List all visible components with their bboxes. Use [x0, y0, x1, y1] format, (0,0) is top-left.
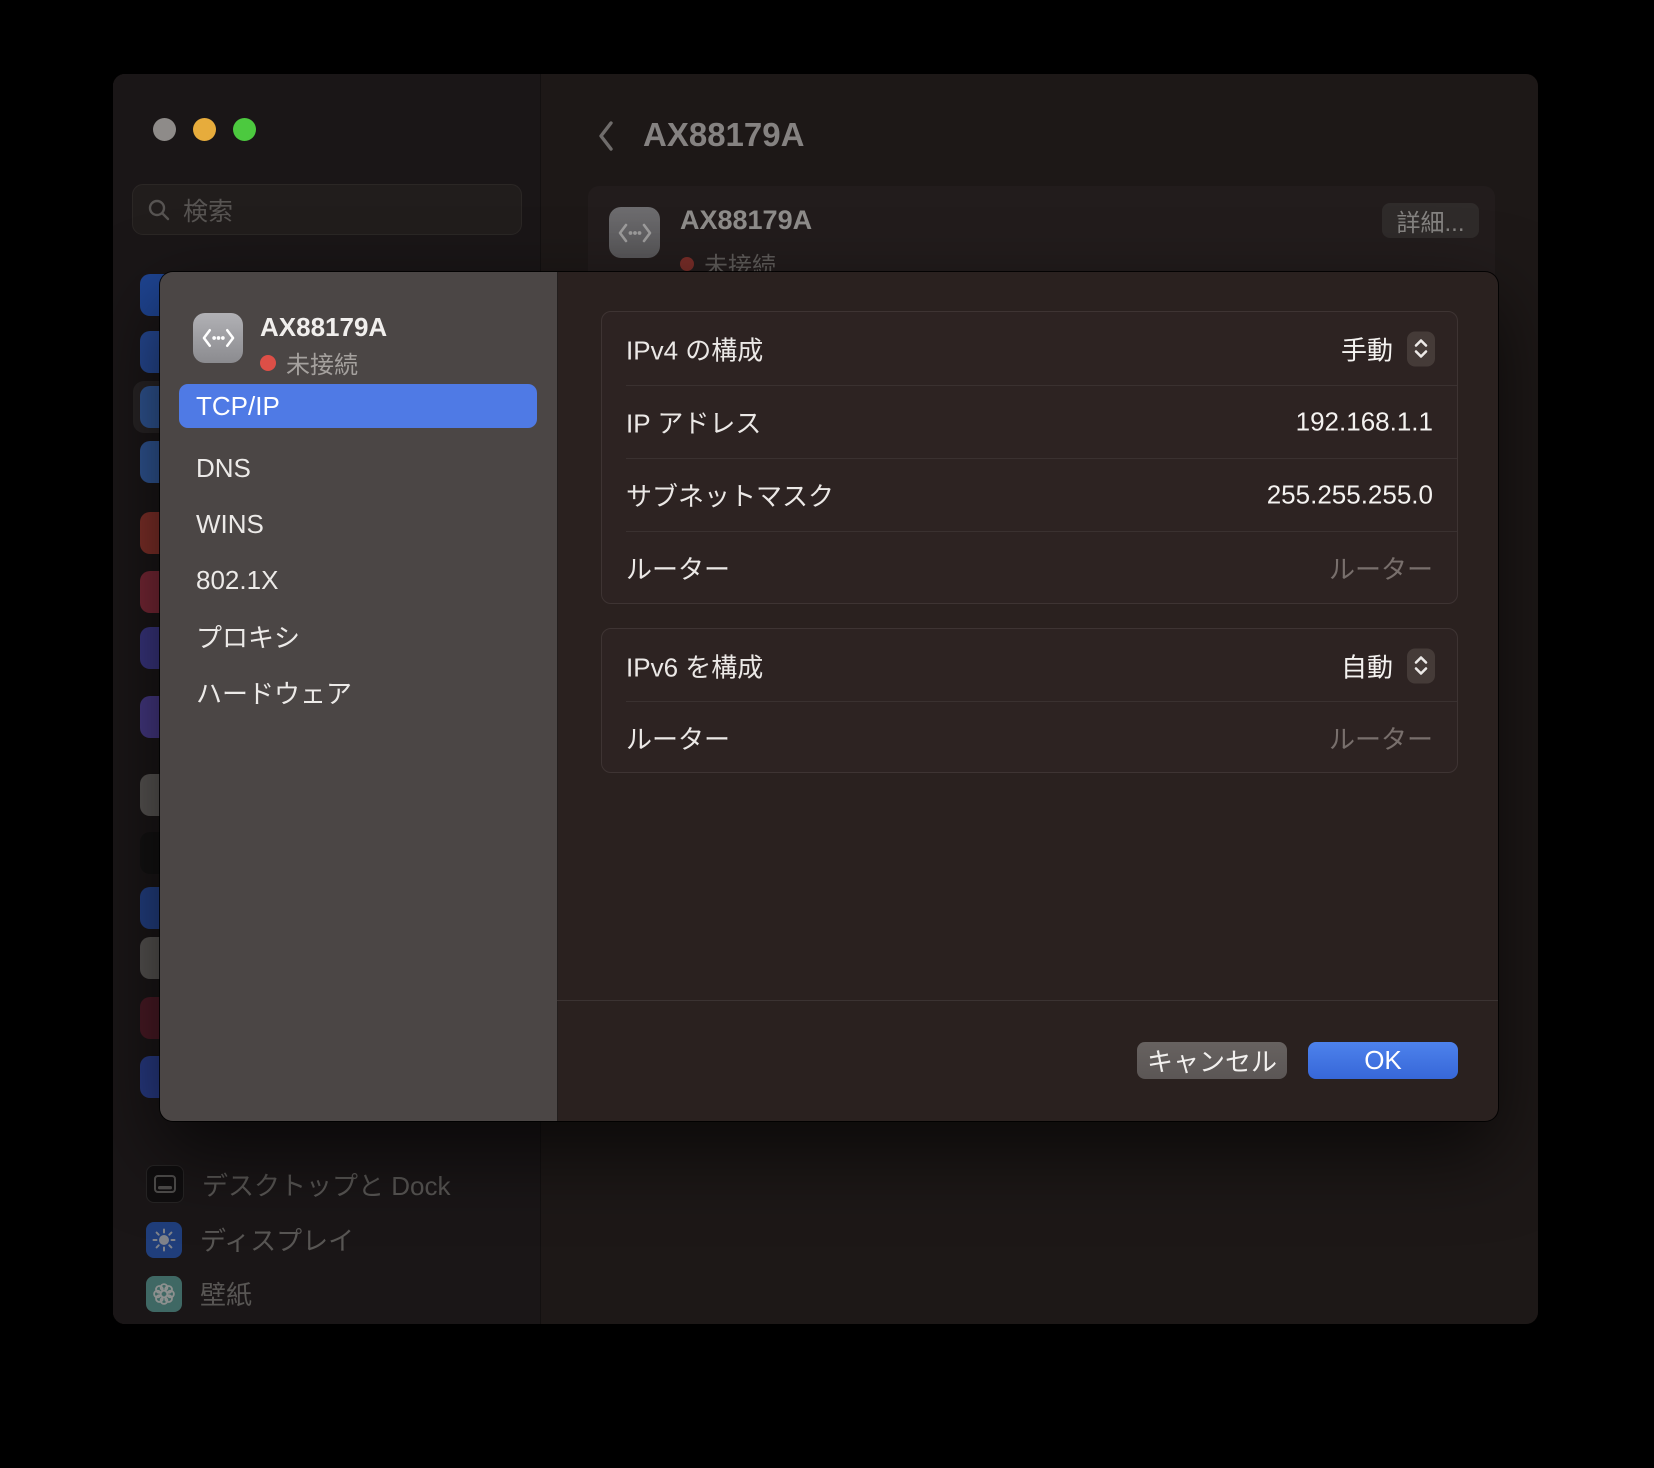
ipv6-config-value: 自動: [1341, 647, 1393, 684]
router-label: ルーター: [626, 549, 730, 586]
close-button[interactable]: [153, 118, 176, 141]
zoom-button[interactable]: [233, 118, 256, 141]
router6-row: ルーター ルーター: [602, 701, 1457, 774]
router6-label: ルーター: [626, 719, 730, 756]
ipv4-config-row: IPv4 の構成 手動: [602, 312, 1457, 385]
router-input-placeholder[interactable]: ルーター: [1329, 549, 1433, 586]
tab-8021x[interactable]: 802.1X: [179, 558, 537, 602]
up-down-chevrons-icon: [1413, 338, 1429, 360]
tcpip-sheet-dialog: AX88179A 未接続 TCP/IP DNS WINS 802.1X プロキシ…: [160, 272, 1498, 1121]
screen: 検索 デスクトップと Dock ディスプレイ 壁紙 AX88179A: [0, 0, 1654, 1468]
ip-address-value[interactable]: 192.168.1.1: [1296, 406, 1433, 437]
subnet-mask-value[interactable]: 255.255.255.0: [1267, 479, 1433, 510]
window-controls: [153, 118, 256, 141]
ip-address-label: IP アドレス: [626, 403, 761, 440]
tab-hardware[interactable]: ハードウェア: [179, 670, 537, 714]
up-down-chevrons-icon: [1413, 655, 1429, 677]
subnet-mask-row: サブネットマスク 255.255.255.0: [602, 458, 1457, 531]
footer-divider: [557, 1000, 1498, 1001]
ipv6-config-row: IPv6 を構成 自動: [602, 629, 1457, 702]
tab-dns[interactable]: DNS: [179, 446, 537, 490]
ipv6-group: IPv6 を構成 自動 ルーター ルーター: [601, 628, 1458, 773]
sheet-sidebar: AX88179A 未接続 TCP/IP DNS WINS 802.1X プロキシ…: [160, 272, 558, 1121]
tab-tcpip[interactable]: TCP/IP: [179, 384, 537, 428]
ipv4-config-label: IPv4 の構成: [626, 330, 763, 367]
ipv6-config-label: IPv6 を構成: [626, 647, 763, 684]
status-text: 未接続: [286, 345, 358, 380]
system-settings-window: 検索 デスクトップと Dock ディスプレイ 壁紙 AX88179A: [113, 74, 1538, 1324]
device-status: 未接続: [260, 345, 358, 380]
router6-input-placeholder[interactable]: ルーター: [1329, 719, 1433, 756]
status-dot: [260, 355, 276, 371]
cancel-button[interactable]: キャンセル: [1137, 1042, 1287, 1079]
tab-wins[interactable]: WINS: [179, 502, 537, 546]
ok-button[interactable]: OK: [1308, 1042, 1458, 1079]
ipv4-config-value: 手動: [1341, 330, 1393, 367]
tab-proxy[interactable]: プロキシ: [179, 614, 537, 658]
device-name: AX88179A: [260, 312, 387, 343]
ipv4-group: IPv4 の構成 手動 IP アドレス 192.168.1.1 サブネットマスク…: [601, 311, 1458, 604]
minimize-button[interactable]: [193, 118, 216, 141]
router-row: ルーター ルーター: [602, 531, 1457, 604]
ipv6-config-popup-stepper[interactable]: [1407, 648, 1435, 683]
ipv4-config-popup-stepper[interactable]: [1407, 331, 1435, 366]
ethernet-adapter-icon: [193, 313, 243, 363]
subnet-mask-label: サブネットマスク: [626, 476, 834, 513]
ip-address-row: IP アドレス 192.168.1.1: [602, 385, 1457, 458]
